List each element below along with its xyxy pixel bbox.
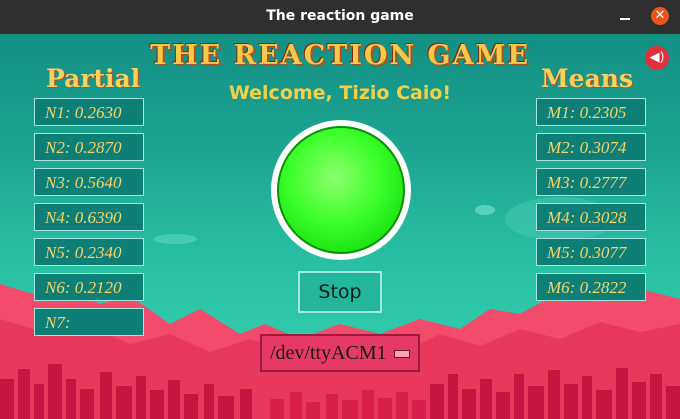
window-titlebar: The reaction game ✕ — [0, 0, 680, 34]
means-m3: M3: 0.2777 — [536, 168, 646, 196]
partial-n2: N2: 0.2870 — [34, 133, 144, 161]
means-title: Means — [541, 64, 634, 93]
partial-n4: N4: 0.6390 — [34, 203, 144, 231]
means-m1: M1: 0.2305 — [536, 98, 646, 126]
partial-n5: N5: 0.2340 — [34, 238, 144, 266]
partial-n1: N1: 0.2630 — [34, 98, 144, 126]
partial-title: Partial — [46, 64, 141, 93]
speaker-icon[interactable]: ◀) — [645, 46, 669, 70]
reaction-button[interactable] — [271, 120, 411, 260]
means-m5: M5: 0.3077 — [536, 238, 646, 266]
stop-button[interactable]: Stop — [298, 271, 382, 313]
close-icon[interactable]: ✕ — [651, 7, 669, 25]
game-title: THE REACTION GAME — [150, 40, 530, 71]
minimize-icon[interactable] — [619, 8, 631, 22]
means-m6: M6: 0.2822 — [536, 273, 646, 301]
partial-n7: N7: — [34, 308, 144, 336]
game-stage: THE REACTION GAME Welcome, Tizio Caio! ◀… — [0, 34, 680, 419]
reaction-button-light — [277, 126, 405, 254]
partial-n3: N3: 0.5640 — [34, 168, 144, 196]
dropdown-arrow-icon — [394, 350, 410, 358]
means-m2: M2: 0.3074 — [536, 133, 646, 161]
means-m4: M4: 0.3028 — [536, 203, 646, 231]
window-title: The reaction game — [266, 8, 414, 24]
welcome-message: Welcome, Tizio Caio! — [228, 82, 452, 104]
serial-port-value: /dev/ttyACM1 — [270, 342, 387, 364]
serial-port-select[interactable]: /dev/ttyACM1 — [260, 334, 420, 372]
partial-n6: N6: 0.2120 — [34, 273, 144, 301]
